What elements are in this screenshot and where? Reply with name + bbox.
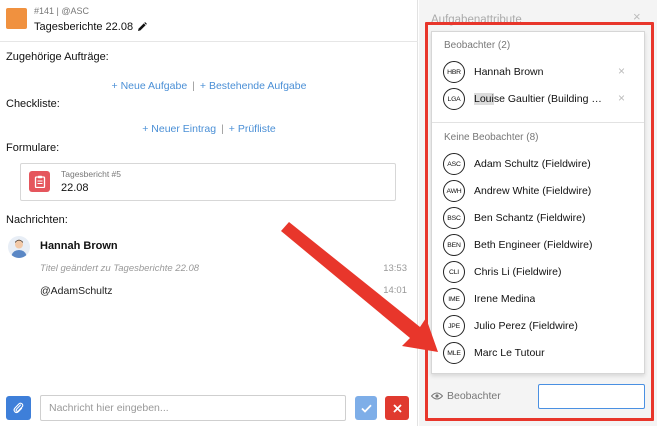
check-icon xyxy=(360,404,372,413)
message-text: @AdamSchultz xyxy=(40,285,113,297)
task-header: #141 | @ASC Tagesberichte 22.08 xyxy=(0,0,418,42)
message-system-text: Titel geändert zu Tagesberichte 22.08 xyxy=(40,263,200,274)
task-color-swatch xyxy=(6,8,27,29)
confirm-button[interactable] xyxy=(355,396,377,420)
paperclip-icon xyxy=(13,402,24,414)
task-id-line: #141 | @ASC xyxy=(34,6,90,16)
form-card[interactable]: Tagesbericht #5 22.08 xyxy=(20,163,396,201)
task-detail-pane: #141 | @ASC Tagesberichte 22.08 Zugehöri… xyxy=(0,0,418,426)
task-title[interactable]: Tagesberichte 22.08 xyxy=(34,21,147,33)
related-tasks-links: + Neue Aufgabe | + Bestehende Aufgabe xyxy=(0,80,418,92)
checklist-label: Checkliste: xyxy=(6,98,60,110)
pencil-icon[interactable] xyxy=(137,22,147,32)
existing-task-link[interactable]: + Bestehende Aufgabe xyxy=(200,80,307,92)
checklist-links: + Neuer Eintrag | + Prüfliste xyxy=(0,123,418,135)
message-input[interactable] xyxy=(40,395,346,421)
checklist-link[interactable]: + Prüfliste xyxy=(229,123,276,135)
new-entry-link[interactable]: + Neuer Eintrag xyxy=(142,123,216,135)
clipboard-icon xyxy=(29,171,50,192)
new-task-link[interactable]: + Neue Aufgabe xyxy=(112,80,188,92)
related-tasks-label: Zugehörige Aufträge: xyxy=(6,51,109,63)
message-time: 14:01 xyxy=(383,285,407,296)
link-separator: | xyxy=(192,80,195,92)
attach-button[interactable] xyxy=(6,396,31,420)
user-avatar xyxy=(8,236,30,258)
cancel-button[interactable] xyxy=(385,396,409,420)
link-separator: | xyxy=(221,123,224,135)
message-system-time: 13:53 xyxy=(383,263,407,274)
close-icon xyxy=(392,403,402,413)
form-label: Tagesbericht #5 xyxy=(61,169,122,179)
task-title-text[interactable]: Tagesberichte 22.08 xyxy=(34,21,133,33)
message-author: Hannah Brown xyxy=(40,240,118,252)
messages-label: Nachrichten: xyxy=(6,214,68,226)
form-value: 22.08 xyxy=(61,182,89,194)
annotation-highlight-box xyxy=(425,22,654,421)
forms-label: Formulare: xyxy=(6,142,60,154)
